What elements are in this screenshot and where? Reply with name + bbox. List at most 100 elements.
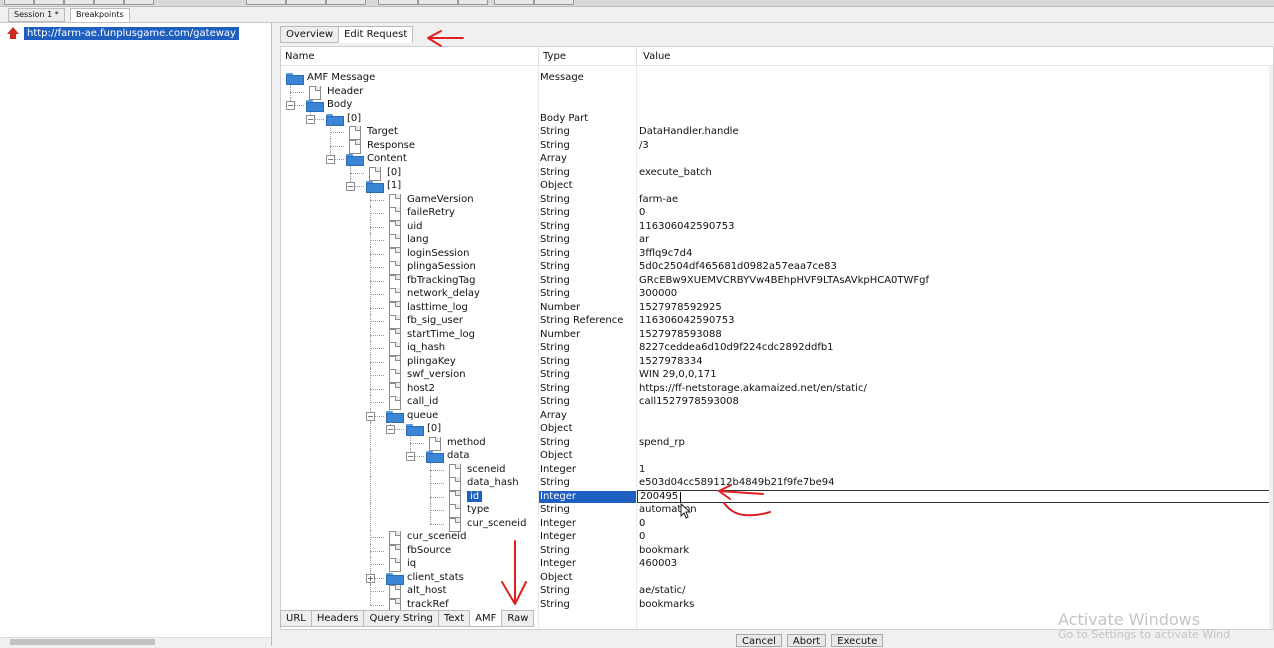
tree-row[interactable]: type String automation bbox=[281, 503, 1273, 518]
tree-row[interactable]: swf_version String WIN 29,0,0,171 bbox=[281, 368, 1273, 383]
collapse-icon[interactable]: − bbox=[326, 155, 335, 164]
expand-icon[interactable]: + bbox=[366, 573, 375, 583]
node-value[interactable]: 1527978593088 bbox=[639, 329, 722, 340]
abort-button[interactable]: Abort bbox=[786, 634, 827, 647]
column-divider[interactable] bbox=[636, 47, 637, 66]
node-name[interactable]: faileRetry bbox=[407, 207, 455, 218]
node-name[interactable]: cur_sceneid bbox=[467, 518, 526, 529]
node-value[interactable]: farm-ae bbox=[639, 194, 678, 205]
node-name[interactable]: Content bbox=[367, 153, 407, 164]
tree-row[interactable]: − [0] Object bbox=[281, 422, 1273, 436]
toolbar-button[interactable] bbox=[64, 0, 94, 5]
tree-row[interactable]: host2 String https://ff-netstorage.akamaiz… bbox=[281, 381, 1273, 397]
node-value[interactable]: 0 bbox=[639, 531, 645, 542]
tree-row[interactable]: trackRef String bookmarks bbox=[281, 597, 1273, 613]
node-name[interactable]: fbSource bbox=[407, 545, 451, 556]
execute-button[interactable]: Execute bbox=[831, 634, 884, 647]
node-value[interactable]: bookmark bbox=[639, 545, 689, 556]
node-value[interactable]: https://ff-netstorage.akamaized.net/en/s… bbox=[639, 383, 867, 394]
tree-row[interactable]: cur_sceneid Integer 0 bbox=[281, 516, 1273, 532]
node-name[interactable]: id bbox=[467, 490, 483, 502]
tree-row[interactable]: AMF Message Message bbox=[281, 71, 1273, 85]
node-name[interactable]: data_hash bbox=[467, 477, 519, 488]
column-value-header[interactable]: Value bbox=[643, 51, 670, 62]
node-name[interactable]: network_delay bbox=[407, 288, 480, 299]
collapse-icon[interactable]: − bbox=[366, 411, 375, 421]
tree-row[interactable]: lang String ar bbox=[281, 233, 1273, 248]
tab-raw[interactable]: Raw bbox=[501, 610, 535, 627]
toolbar-button[interactable] bbox=[494, 0, 534, 5]
node-name[interactable]: trackRef bbox=[407, 599, 449, 610]
node-name[interactable]: cur_sceneid bbox=[407, 531, 466, 542]
tab-amf[interactable]: AMF bbox=[469, 610, 503, 627]
tree-row[interactable]: plingaSession String 5d0c2504df465681d0982… bbox=[281, 260, 1273, 275]
value-edit-text[interactable]: 200495 bbox=[640, 491, 678, 502]
toolbar-button[interactable] bbox=[124, 0, 154, 5]
collapse-icon[interactable]: − bbox=[386, 425, 395, 434]
node-name[interactable]: host2 bbox=[407, 383, 435, 394]
collapse-icon[interactable]: − bbox=[406, 452, 415, 461]
tree-row[interactable]: faileRetry String 0 bbox=[281, 206, 1273, 221]
collapse-icon[interactable]: − bbox=[286, 101, 295, 110]
tree-row[interactable]: − [1] Object bbox=[281, 179, 1273, 193]
toolbar-button[interactable] bbox=[326, 0, 366, 5]
node-name[interactable]: fbTrackingTag bbox=[407, 275, 475, 286]
node-value[interactable]: 116306042590753 bbox=[639, 315, 734, 326]
tree-row[interactable]: GameVersion String farm-ae bbox=[281, 192, 1273, 208]
node-value[interactable]: 5d0c2504df465681d0982a57eaa7ce83 bbox=[639, 261, 837, 272]
column-type-header[interactable]: Type bbox=[543, 51, 566, 62]
node-value[interactable]: 300000 bbox=[639, 288, 677, 299]
node-name[interactable]: plingaKey bbox=[407, 356, 456, 367]
session-list-item[interactable]: http://farm-ae.funplusgame.com/gateway bbox=[6, 26, 239, 41]
node-name[interactable]: swf_version bbox=[407, 369, 466, 380]
node-value[interactable]: e503d04cc589112b4849b21f9fe7be94 bbox=[639, 477, 835, 488]
tree-row[interactable]: loginSession String 3fflq9c7d4 bbox=[281, 246, 1273, 262]
tree-row[interactable]: alt_host String ae/static/ bbox=[281, 584, 1273, 599]
column-divider[interactable] bbox=[538, 47, 539, 66]
tree-row[interactable]: − Body bbox=[281, 98, 1273, 112]
node-value[interactable]: ae/static/ bbox=[639, 585, 685, 596]
node-value[interactable]: 1 bbox=[639, 464, 645, 475]
node-value[interactable]: execute_batch bbox=[639, 167, 712, 178]
tree-row[interactable]: startTime_log Number 1527978593088 bbox=[281, 327, 1273, 343]
node-value[interactable]: 460003 bbox=[639, 558, 677, 569]
tree-row[interactable]: data_hash String e503d04cc589112b4849b21f9… bbox=[281, 476, 1273, 491]
node-name[interactable]: Header bbox=[327, 86, 363, 97]
toolbar-button[interactable] bbox=[246, 0, 286, 5]
toolbar-button[interactable] bbox=[534, 0, 574, 5]
tree-row[interactable]: [0] String execute_batch bbox=[281, 165, 1273, 181]
tree-row[interactable]: Response String/3 bbox=[281, 138, 1273, 154]
tree-row[interactable]: Header bbox=[281, 84, 1273, 100]
value-edit-field[interactable]: 200495 bbox=[637, 489, 1273, 503]
node-name[interactable]: loginSession bbox=[407, 248, 470, 259]
node-value[interactable]: 1527978592925 bbox=[639, 302, 722, 313]
node-value[interactable]: 0 bbox=[639, 518, 645, 529]
node-name[interactable]: plingaSession bbox=[407, 261, 476, 272]
node-name[interactable]: [1] bbox=[387, 180, 401, 191]
node-name[interactable]: Body bbox=[327, 99, 352, 110]
tree-row[interactable]: sceneid Integer 1 bbox=[281, 462, 1273, 478]
cancel-button[interactable]: Cancel bbox=[736, 634, 782, 647]
tree-row[interactable]: lasttime_log Number 1527978592925 bbox=[281, 300, 1273, 316]
node-name[interactable]: [0] bbox=[347, 113, 361, 124]
tab-edit-request[interactable]: Edit Request bbox=[338, 26, 414, 43]
vertical-scrollbar[interactable] bbox=[1269, 66, 1273, 629]
node-name[interactable]: client_stats bbox=[407, 572, 464, 583]
node-value[interactable]: /3 bbox=[639, 140, 649, 151]
toolbar-button[interactable] bbox=[94, 0, 124, 5]
node-name[interactable]: iq bbox=[407, 558, 416, 569]
tab-text[interactable]: Text bbox=[437, 610, 471, 627]
node-value[interactable]: 8227ceddea6d10d9f224cdc2892ddfb1 bbox=[639, 342, 834, 353]
toolbar-button[interactable] bbox=[418, 0, 458, 5]
collapse-icon[interactable]: − bbox=[306, 114, 315, 124]
tree-row[interactable]: fbSource String bookmark bbox=[281, 543, 1273, 559]
tab-overview[interactable]: Overview bbox=[280, 26, 340, 43]
node-name[interactable]: call_id bbox=[407, 396, 438, 407]
tree-row[interactable]: network_delay String 300000 bbox=[281, 287, 1273, 302]
toolbar-button[interactable] bbox=[458, 0, 488, 5]
node-name[interactable]: sceneid bbox=[467, 464, 505, 475]
node-name[interactable]: lasttime_log bbox=[407, 302, 468, 313]
node-value[interactable]: 0 bbox=[639, 207, 645, 218]
tree-row[interactable]: call_id String call1527978593008 bbox=[281, 395, 1273, 410]
tree-row[interactable]: fbTrackingTag String GRcEBw9XUEMVCRBYVw4BE… bbox=[281, 273, 1273, 289]
